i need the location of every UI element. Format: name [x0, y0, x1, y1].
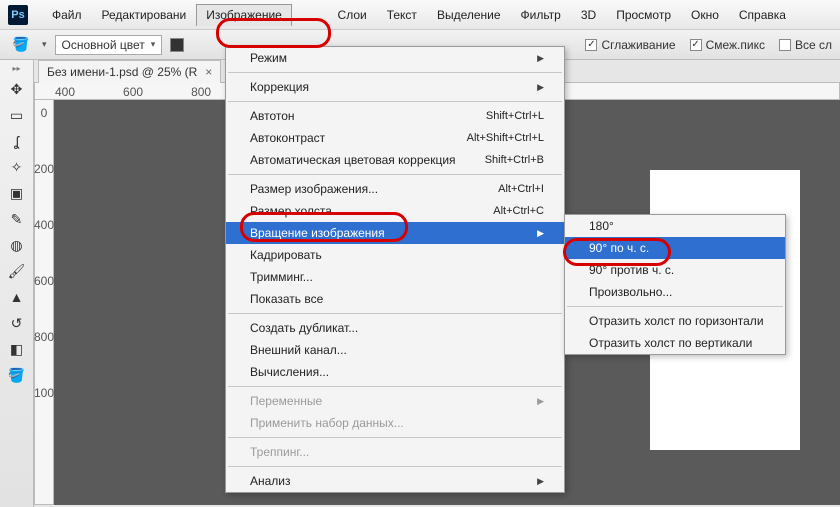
menu-3d[interactable]: 3D: [571, 4, 606, 26]
pattern-swatch[interactable]: [170, 38, 184, 52]
ruler-tick: 200: [34, 162, 54, 176]
ruler-vertical: 0 200 400 600 800 100: [34, 100, 54, 505]
menu-duplicate[interactable]: Создать дубликат...: [226, 317, 564, 339]
contiguous-label: Смеж.пикс: [706, 38, 765, 52]
close-icon[interactable]: ×: [205, 65, 212, 79]
rotate-180[interactable]: 180°: [565, 215, 785, 237]
menu-bar: Файл Редактировани Изображение Сл Слои Т…: [42, 4, 796, 26]
menu-variables: Переменные▶: [226, 390, 564, 412]
antialias-checkbox[interactable]: [585, 39, 597, 51]
app-logo: Ps: [8, 5, 28, 25]
tools-panel: ▸▸ ✥ ▭ ʆ ✧ ▣ ✎ ◍ 🖌 ▲ ↺ ◧ 🪣: [0, 60, 34, 507]
antialias-label: Сглаживание: [601, 38, 675, 52]
separator: [228, 174, 562, 175]
history-brush-tool[interactable]: ↺: [4, 311, 30, 335]
submenu-arrow-icon: ▶: [537, 228, 544, 239]
ruler-tick: 100: [34, 386, 54, 400]
ruler-tick: 400: [34, 218, 54, 232]
submenu-arrow-icon: ▶: [537, 53, 544, 64]
contiguous-checkbox[interactable]: [690, 39, 702, 51]
rotate-90-cw[interactable]: 90° по ч. с.: [565, 237, 785, 259]
fill-mode-label: Основной цвет: [62, 38, 145, 52]
ruler-tick: 800: [34, 330, 54, 344]
menu-type[interactable]: Текст: [377, 4, 427, 26]
ruler-tick: 800: [191, 85, 211, 99]
image-menu-dropdown: Режим▶ Коррекция▶ АвтотонShift+Ctrl+L Ав…: [225, 46, 565, 493]
separator: [228, 437, 562, 438]
antialias-option[interactable]: Сглаживание: [585, 38, 675, 52]
rotate-arbitrary[interactable]: Произвольно...: [565, 281, 785, 303]
eyedropper-tool[interactable]: ✎: [4, 207, 30, 231]
move-tool[interactable]: ✥: [4, 77, 30, 101]
all-layers-option[interactable]: Все сл: [779, 38, 832, 52]
menu-analysis[interactable]: Анализ▶: [226, 470, 564, 492]
ruler-tick: 600: [123, 85, 143, 99]
menu-auto-color[interactable]: Автоматическая цветовая коррекцияShift+C…: [226, 149, 564, 171]
chevron-down-icon: ▾: [151, 39, 156, 50]
flip-vertical[interactable]: Отразить холст по вертикали: [565, 332, 785, 354]
menu-reveal-all[interactable]: Показать все: [226, 288, 564, 310]
bucket-tool[interactable]: 🪣: [4, 363, 30, 387]
stamp-tool[interactable]: ▲: [4, 285, 30, 309]
menu-view[interactable]: Просмотр: [606, 4, 681, 26]
menu-auto-tone[interactable]: АвтотонShift+Ctrl+L: [226, 105, 564, 127]
menu-image-rotation[interactable]: Вращение изображения▶: [226, 222, 564, 244]
menu-apply-data-set: Применить набор данных...: [226, 412, 564, 434]
fill-mode-select[interactable]: Основной цвет ▾: [55, 35, 163, 55]
separator: [228, 72, 562, 73]
menu-window[interactable]: Окно: [681, 4, 729, 26]
menu-apply-image[interactable]: Внешний канал...: [226, 339, 564, 361]
menu-layer[interactable]: Слои: [328, 4, 377, 26]
separator: [228, 466, 562, 467]
menu-mode[interactable]: Режим▶: [226, 47, 564, 69]
rotation-submenu: 180° 90° по ч. с. 90° против ч. с. Произ…: [564, 214, 786, 355]
wand-tool[interactable]: ✧: [4, 155, 30, 179]
bucket-icon: 🪣: [8, 33, 34, 57]
menu-calculations[interactable]: Вычисления...: [226, 361, 564, 383]
menu-auto-contrast[interactable]: АвтоконтрастAlt+Shift+Ctrl+L: [226, 127, 564, 149]
menu-image[interactable]: Изображение: [196, 4, 292, 26]
document-title: Без имени-1.psd @ 25% (R: [47, 65, 197, 79]
submenu-arrow-icon: ▶: [537, 82, 544, 93]
all-layers-checkbox[interactable]: [779, 39, 791, 51]
menu-trim[interactable]: Тримминг...: [226, 266, 564, 288]
tool-preset-chevron-icon[interactable]: ▾: [42, 39, 47, 50]
lasso-tool[interactable]: ʆ: [4, 129, 30, 153]
heal-tool[interactable]: ◍: [4, 233, 30, 257]
menu-file[interactable]: Файл: [42, 4, 92, 26]
toolbar-grip-icon[interactable]: ▸▸: [12, 64, 20, 73]
menu-crop[interactable]: Кадрировать: [226, 244, 564, 266]
eraser-tool[interactable]: ◧: [4, 337, 30, 361]
submenu-arrow-icon: ▶: [537, 396, 544, 407]
ruler-tick: 400: [55, 85, 75, 99]
contiguous-option[interactable]: Смеж.пикс: [690, 38, 765, 52]
menu-trap: Треппинг...: [226, 441, 564, 463]
menu-adjustments[interactable]: Коррекция▶: [226, 76, 564, 98]
menu-edit[interactable]: Редактировани: [92, 4, 197, 26]
ruler-tick: 600: [34, 274, 54, 288]
crop-tool[interactable]: ▣: [4, 181, 30, 205]
rotate-90-ccw[interactable]: 90° против ч. с.: [565, 259, 785, 281]
menu-select[interactable]: Выделение: [427, 4, 511, 26]
all-layers-label: Все сл: [795, 38, 832, 52]
menu-help[interactable]: Справка: [729, 4, 796, 26]
submenu-arrow-icon: ▶: [537, 476, 544, 487]
separator: [228, 313, 562, 314]
title-bar: Ps Файл Редактировани Изображение Сл Сло…: [0, 0, 840, 30]
brush-tool[interactable]: 🖌: [4, 259, 30, 283]
menu-canvas-size[interactable]: Размер холста...Alt+Ctrl+C: [226, 200, 564, 222]
marquee-tool[interactable]: ▭: [4, 103, 30, 127]
menu-filter[interactable]: Фильтр: [511, 4, 571, 26]
separator: [228, 101, 562, 102]
flip-horizontal[interactable]: Отразить холст по горизонтали: [565, 310, 785, 332]
separator: [228, 386, 562, 387]
document-tab[interactable]: Без имени-1.psd @ 25% (R ×: [38, 60, 221, 83]
ruler-tick: 0: [41, 106, 48, 120]
separator: [567, 306, 783, 307]
menu-image-size[interactable]: Размер изображения...Alt+Ctrl+I: [226, 178, 564, 200]
